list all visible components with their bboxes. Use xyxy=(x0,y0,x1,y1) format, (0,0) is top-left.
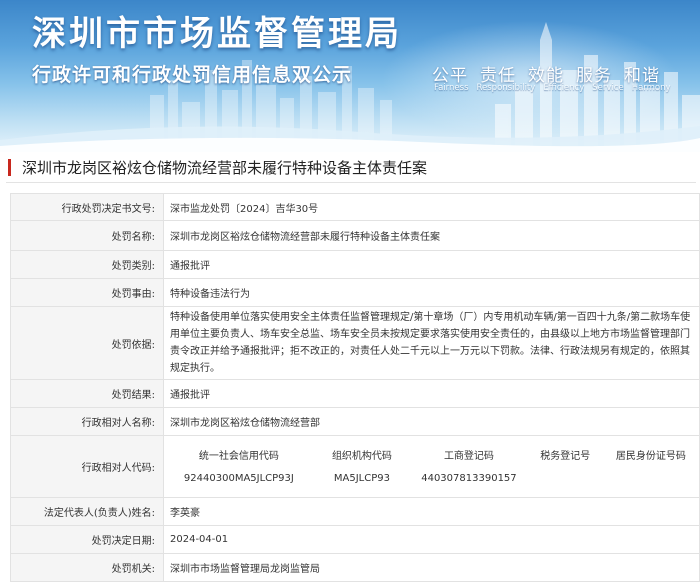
counterparty-value: 深圳市龙岗区裕炫仓储物流经营部 xyxy=(163,407,700,436)
code-header: 税务登记号 xyxy=(540,451,591,462)
table-row: 行政相对人名称: 深圳市龙岗区裕炫仓储物流经营部 xyxy=(10,407,700,436)
penalty-name-value: 深圳市龙岗区裕炫仓储物流经营部未履行特种设备主体责任案 xyxy=(163,220,700,251)
counterparty-label: 行政相对人名称: xyxy=(10,407,164,436)
penalty-result-label: 处罚结果: xyxy=(10,379,164,408)
code-header: 组织机构代码 xyxy=(331,451,392,462)
id-number-value xyxy=(603,467,699,491)
penalty-result-value: 通报批评 xyxy=(163,379,700,408)
legal-rep-value: 李英豪 xyxy=(163,497,700,526)
penalty-type-label: 处罚类别: xyxy=(10,250,164,279)
penalty-basis-value: 特种设备使用单位落实使用安全主体责任监督管理规定/第十章场（厂）内专用机动车辆/… xyxy=(163,306,700,380)
legal-rep-label: 法定代表人(负责人)姓名: xyxy=(10,497,164,526)
code-header-row: 统一社会信用代码 组织机构代码 工商登记码 税务登记号 居民身份证号码 xyxy=(164,443,699,467)
slogan-en-responsibility: Responsibility xyxy=(476,83,536,93)
table-row: 处罚决定日期: 2024-04-01 xyxy=(10,525,700,554)
slogan-en-efficiency: Efficiency xyxy=(543,83,585,93)
counterparty-code-label: 行政相对人代码: xyxy=(10,435,164,498)
penalty-info-table: 行政处罚决定书文号: 深市监龙处罚〔2024〕吉华30号 处罚名称: 深圳市龙岗… xyxy=(10,193,700,582)
title-accent-bar xyxy=(8,159,11,176)
case-title: 深圳市龙岗区裕炫仓储物流经营部未履行特种设备主体责任案 xyxy=(22,159,428,177)
table-row: 法定代表人(负责人)姓名: 李英豪 xyxy=(10,497,700,526)
table-row: 行政处罚决定书文号: 深市监龙处罚〔2024〕吉华30号 xyxy=(10,193,700,221)
org-code-value: MA5JLCP93 xyxy=(333,473,390,484)
code-value-row: 92440300MA5JLCP93J MA5JLCP93 44030781339… xyxy=(164,467,699,491)
penalty-basis-label: 处罚依据: xyxy=(10,306,164,380)
table-row: 处罚机关: 深圳市市场监督管理局龙岗监管局 xyxy=(10,553,700,582)
tax-reg-value xyxy=(528,467,603,491)
counterparty-code-cell: 统一社会信用代码 组织机构代码 工商登记码 税务登记号 居民身份证号码 9244… xyxy=(163,435,700,498)
code-header: 统一社会信用代码 xyxy=(198,451,279,462)
decision-date-label: 处罚决定日期: xyxy=(10,525,164,554)
table-row: 处罚结果: 通报批评 xyxy=(10,379,700,408)
table-row: 处罚类别: 通报批评 xyxy=(10,250,700,279)
slogan-en-fairness: Fairness xyxy=(434,83,469,93)
counterparty-code-table: 统一社会信用代码 组织机构代码 工商登记码 税务登记号 居民身份证号码 9244… xyxy=(164,443,699,491)
slogan-en-harmony: Harmony xyxy=(631,83,671,93)
credit-code-value: 92440300MA5JLCP93J xyxy=(183,473,294,484)
banner-subtitle: 行政许可和行政处罚信用信息双公示 xyxy=(32,64,353,86)
decision-no-label: 行政处罚决定书文号: xyxy=(10,193,164,221)
authority-label: 处罚机关: xyxy=(10,553,164,582)
banner-title: 深圳市市场监督管理局 xyxy=(32,14,402,54)
header-banner: 深圳市市场监督管理局 行政许可和行政处罚信用信息双公示 公平 责任 效能 服务 和谐 F… xyxy=(0,0,700,152)
table-row: 处罚依据: 特种设备使用单位落实使用安全主体责任监督管理规定/第十章场（厂）内专… xyxy=(10,306,700,380)
penalty-name-label: 处罚名称: xyxy=(10,220,164,251)
penalty-reason-label: 处罚事由: xyxy=(10,278,164,307)
table-row: 行政相对人代码: 统一社会信用代码 组织机构代码 工商登记码 税务登记号 居民身… xyxy=(10,435,700,498)
slogan-english: Fairness Responsibility Efficiency Service H… xyxy=(434,83,679,93)
decision-date-value: 2024-04-01 xyxy=(163,525,700,554)
code-header: 工商登记码 xyxy=(443,451,494,462)
authority-value: 深圳市市场监督管理局龙岗监管局 xyxy=(163,553,700,582)
case-title-bar: 深圳市龙岗区裕炫仓储物流经营部未履行特种设备主体责任案 xyxy=(6,152,696,183)
business-reg-value: 440307813390157 xyxy=(421,473,517,484)
penalty-type-value: 通报批评 xyxy=(163,250,700,279)
slogan-en-service: Service xyxy=(592,83,624,93)
penalty-reason-value: 特种设备违法行为 xyxy=(163,278,700,307)
code-header: 居民身份证号码 xyxy=(615,451,686,462)
table-row: 处罚事由: 特种设备违法行为 xyxy=(10,278,700,307)
table-row: 处罚名称: 深圳市龙岗区裕炫仓储物流经营部未履行特种设备主体责任案 xyxy=(10,220,700,251)
decision-no-value: 深市监龙处罚〔2024〕吉华30号 xyxy=(163,193,700,221)
